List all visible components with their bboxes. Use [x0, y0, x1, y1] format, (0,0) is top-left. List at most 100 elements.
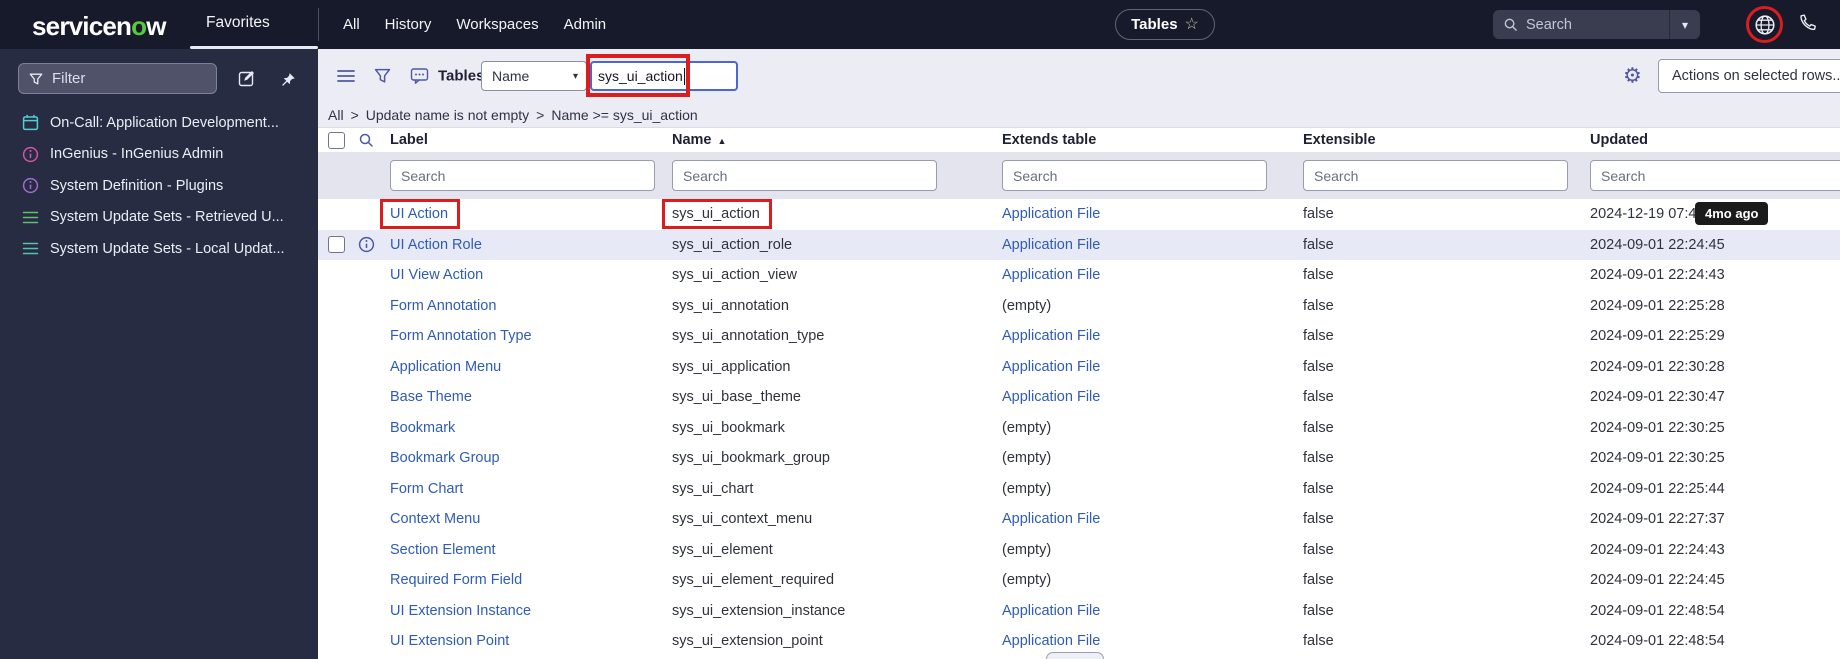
filter-input-updated[interactable] [1590, 160, 1840, 191]
header-nav: All History Workspaces Admin [343, 0, 606, 49]
search-scope-chevron-down-icon[interactable]: ▾ [1670, 18, 1700, 32]
cell-extensible: false [1303, 511, 1334, 528]
favorite-star-icon[interactable]: ☆ [1185, 16, 1199, 33]
table-row[interactable]: UI Extension Instance sys_ui_extension_in… [318, 595, 1840, 626]
cell-label-link[interactable]: UI Action Role [390, 237, 482, 253]
cell-extensible: false [1303, 450, 1334, 467]
column-header-name[interactable]: Name ▲ [672, 132, 1002, 148]
cell-extends-table[interactable]: Application File [1002, 359, 1100, 375]
search-column-value: Name [492, 68, 530, 84]
globe-icon[interactable] [1748, 8, 1782, 42]
column-header-extends-table[interactable]: Extends table [1002, 132, 1303, 148]
cell-extends-table: (empty) [1002, 297, 1052, 314]
cell-extends-table[interactable]: Application File [1002, 267, 1100, 283]
cell-label-link[interactable]: UI View Action [390, 267, 483, 283]
breadcrumb-all[interactable]: All [328, 107, 344, 123]
table-row[interactable]: Form Annotation Type sys_ui_annotation_ty… [318, 321, 1840, 352]
pagination-button-partial[interactable] [1046, 652, 1104, 659]
relative-time-badge: 4mo ago [1695, 202, 1769, 226]
breadcrumb-condition-1[interactable]: Update name is not empty [366, 107, 529, 123]
edit-favorites-icon[interactable] [238, 69, 256, 87]
cell-updated: 2024-09-01 22:24:45 [1590, 236, 1725, 253]
actions-on-rows-select[interactable]: Actions on selected rows... ▾ [1658, 59, 1840, 93]
cell-label-link[interactable]: UI Extension Instance [390, 603, 531, 619]
sidebar-item-0[interactable]: On-Call: Application Development... [0, 107, 318, 139]
cell-extends-table[interactable]: Application File [1002, 389, 1100, 405]
table-row[interactable]: Base Theme sys_ui_base_theme Application F… [318, 382, 1840, 413]
filter-input-extensible[interactable] [1303, 160, 1568, 191]
info-icon [22, 177, 39, 194]
column-search-toggle-icon[interactable] [358, 132, 374, 148]
cell-label-link[interactable]: Form Annotation [390, 298, 496, 314]
nav-item-admin[interactable]: Admin [564, 16, 607, 33]
filter-input-name[interactable] [672, 160, 937, 191]
nav-item-history[interactable]: History [385, 16, 432, 33]
table-row[interactable]: UI Action sys_ui_action Application File fa… [318, 199, 1840, 230]
nav-item-all[interactable]: All [343, 16, 360, 33]
sidebar-item-label: On-Call: Application Development... [50, 114, 279, 131]
table-row[interactable]: Section Element sys_ui_element (empty) fals… [318, 534, 1840, 565]
list-filter-funnel-icon[interactable] [374, 68, 391, 85]
chat-bubble-icon[interactable] [410, 68, 429, 85]
tab-favorites[interactable]: Favorites [206, 0, 270, 46]
sidebar-item-3[interactable]: System Update Sets - Retrieved U... [0, 202, 318, 234]
column-header-label[interactable]: Label [390, 132, 672, 148]
table-row[interactable]: Application Menu sys_ui_application Applic… [318, 351, 1840, 382]
cell-label-link[interactable]: Form Annotation Type [390, 328, 532, 344]
search-column-select[interactable]: Name ▾ [481, 61, 587, 91]
table-row[interactable]: Form Chart sys_ui_chart (empty) false 2024-0… [318, 473, 1840, 504]
row-checkbox[interactable] [328, 236, 345, 254]
global-search-placeholder: Search [1526, 16, 1572, 33]
sidebar-filter-input[interactable]: Filter [18, 63, 217, 94]
breadcrumb-condition-2[interactable]: Name >= sys_ui_action [551, 107, 697, 123]
cell-label-link[interactable]: Bookmark [390, 420, 455, 436]
cell-extensible: false [1303, 419, 1334, 436]
actions-select-value: Actions on selected rows... [1672, 68, 1840, 84]
table-row[interactable]: UI View Action sys_ui_action_view Applicat… [318, 260, 1840, 291]
filter-input-label[interactable] [390, 160, 655, 191]
nav-item-workspaces[interactable]: Workspaces [456, 16, 538, 33]
row-info-icon[interactable] [358, 236, 375, 253]
cell-extends-table[interactable]: Application File [1002, 237, 1100, 253]
cell-extensible: false [1303, 480, 1334, 497]
table-row[interactable]: Bookmark sys_ui_bookmark (empty) false 2024-… [318, 412, 1840, 443]
select-all-checkbox[interactable] [328, 131, 345, 149]
context-pill-tables[interactable]: Tables ☆ [1115, 9, 1215, 40]
cell-label-link[interactable]: Section Element [390, 542, 496, 558]
cell-extends-table[interactable]: Application File [1002, 206, 1100, 222]
cell-label-link[interactable]: Bookmark Group [390, 450, 500, 466]
table-row[interactable]: Required Form Field sys_ui_element_requir… [318, 565, 1840, 596]
cell-label-link[interactable]: UI Action [379, 199, 461, 230]
sidebar-item-4[interactable]: System Update Sets - Local Updat... [0, 233, 318, 265]
table-row[interactable]: UI Action Role sys_ui_action_role Applicat… [318, 229, 1840, 260]
table-row[interactable]: Bookmark Group sys_ui_bookmark_group (empt… [318, 443, 1840, 474]
cell-label-link[interactable]: Application Menu [390, 359, 501, 375]
cell-name: sys_ui_annotation [672, 297, 789, 314]
cell-updated: 2024-09-01 22:24:43 [1590, 541, 1725, 558]
cell-extends-table: (empty) [1002, 480, 1052, 497]
table-row[interactable]: Context Menu sys_ui_context_menu Applicati… [318, 504, 1840, 535]
list-menu-hamburger-icon[interactable] [336, 68, 356, 84]
table-row[interactable]: Form Annotation sys_ui_annotation (empty) f… [318, 290, 1840, 321]
cell-label-link[interactable]: Base Theme [390, 389, 472, 405]
global-search-input[interactable]: Search ▾ [1493, 10, 1700, 39]
cell-extends-table[interactable]: Application File [1002, 511, 1100, 527]
table-body: UI Action sys_ui_action Application File fa… [318, 199, 1840, 659]
column-header-extensible[interactable]: Extensible [1303, 132, 1590, 148]
sidebar-item-2[interactable]: System Definition - Plugins [0, 170, 318, 202]
phone-icon[interactable] [1797, 13, 1817, 33]
column-header-updated[interactable]: Updated [1590, 132, 1840, 148]
pin-sidebar-icon[interactable] [280, 72, 296, 88]
cell-extends-table[interactable]: Application File [1002, 633, 1100, 649]
cell-extends-table[interactable]: Application File [1002, 603, 1100, 619]
filter-input-extends-table[interactable] [1002, 160, 1267, 191]
cell-extends-table[interactable]: Application File [1002, 328, 1100, 344]
cell-label-link[interactable]: Context Menu [390, 511, 480, 527]
cell-name: sys_ui_action [662, 199, 772, 230]
sidebar-item-1[interactable]: InGenius - InGenius Admin [0, 139, 318, 171]
cell-label-link[interactable]: Required Form Field [390, 572, 522, 588]
cell-label-link[interactable]: UI Extension Point [390, 633, 509, 649]
cell-label-link[interactable]: Form Chart [390, 481, 463, 497]
list-settings-gear-icon[interactable]: ⚙ [1623, 66, 1642, 87]
list-search-input[interactable]: sys_ui_action [590, 61, 738, 91]
